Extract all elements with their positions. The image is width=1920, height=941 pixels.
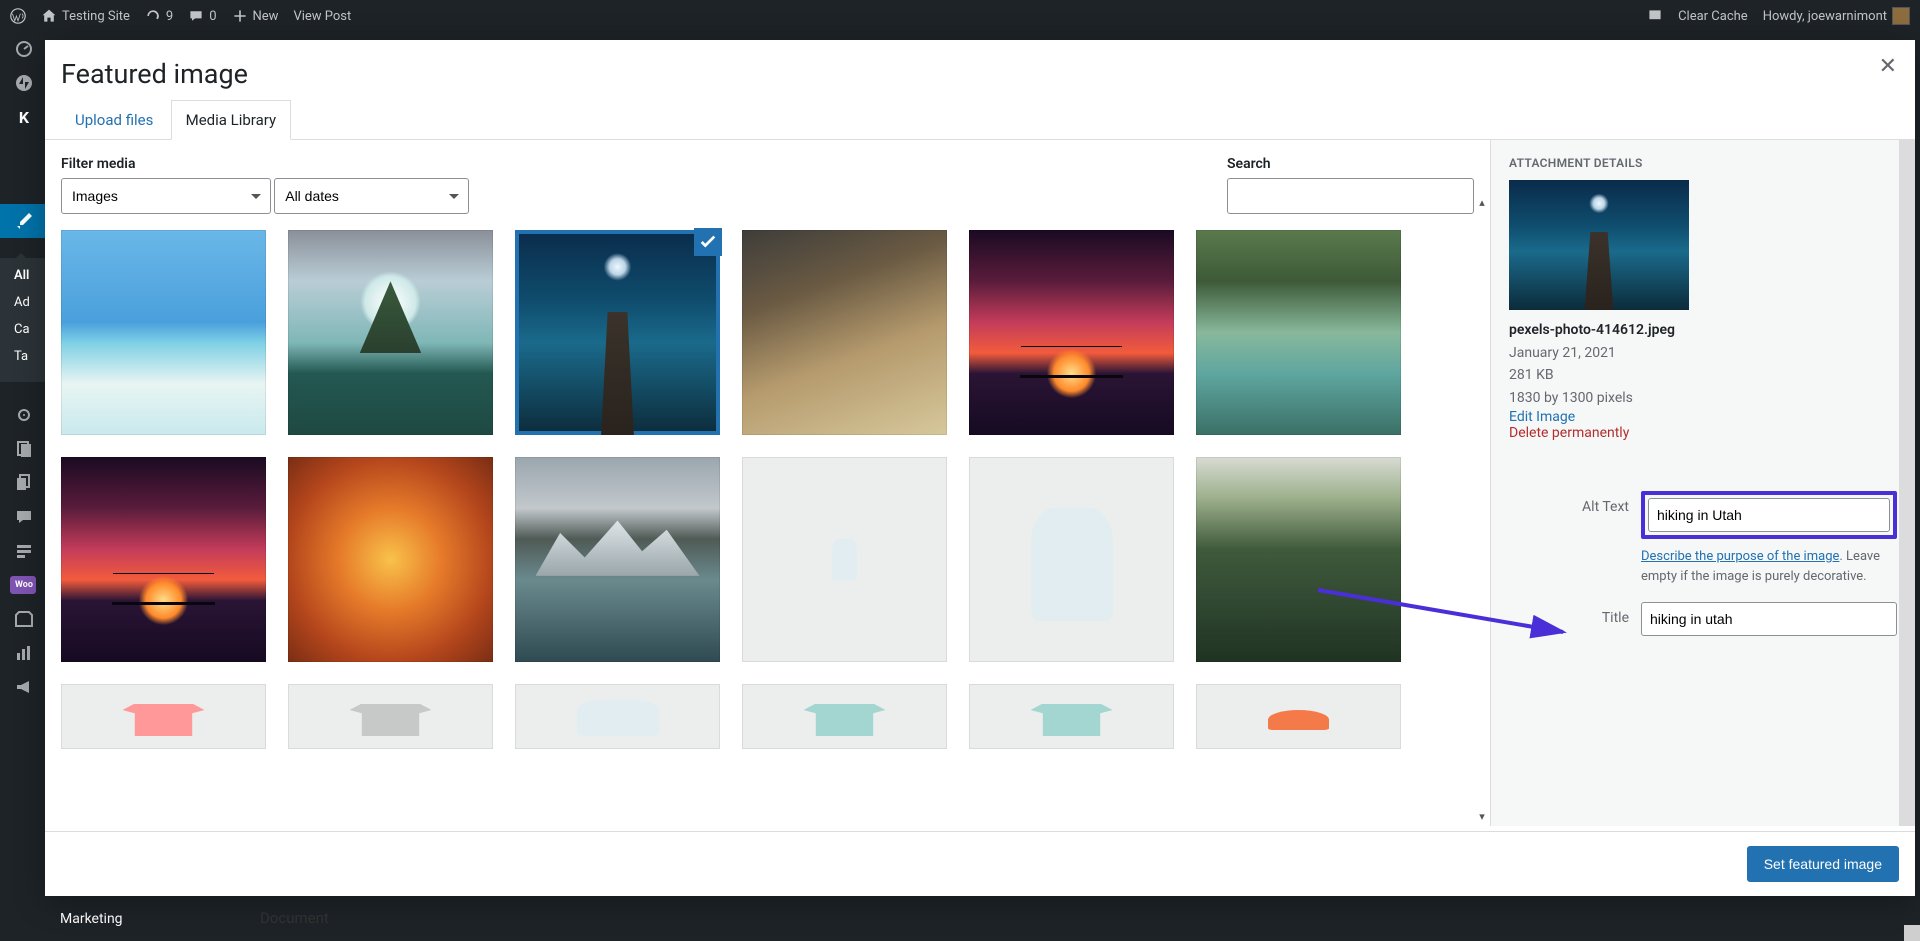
filter-media-label: Filter media	[61, 156, 469, 172]
posts-icon[interactable]	[0, 204, 45, 238]
set-featured-image-button[interactable]: Set featured image	[1747, 846, 1899, 882]
search-label: Search	[1227, 156, 1474, 172]
alt-text-label: Alt Text	[1509, 491, 1629, 515]
check-icon	[694, 228, 722, 256]
title-label: Title	[1509, 602, 1629, 626]
media-thumb[interactable]	[969, 230, 1174, 435]
new-content[interactable]: New	[232, 8, 279, 24]
details-scrollbar[interactable]	[1899, 140, 1915, 826]
background-editor: Document	[260, 909, 329, 927]
attachment-preview	[1509, 180, 1689, 310]
media-thumb[interactable]	[1196, 457, 1401, 662]
marketing-icon[interactable]	[0, 670, 45, 704]
grid-scrollbar[interactable]: ▴▾	[1474, 196, 1490, 826]
site-home[interactable]: Testing Site	[41, 8, 130, 24]
comments[interactable]: 0	[188, 8, 216, 24]
describe-image-link[interactable]: Describe the purpose of the image	[1641, 549, 1839, 564]
media-icon-2[interactable]	[0, 398, 45, 432]
media-grid-area: Filter media Images All dates Search	[45, 140, 1490, 826]
analytics-icon[interactable]	[0, 636, 45, 670]
attachment-dimensions: 1830 by 1300 pixels	[1509, 387, 1897, 409]
howdy-user[interactable]: Howdy, joewarnimont	[1763, 7, 1910, 25]
media-thumb[interactable]	[1196, 230, 1401, 435]
alt-text-input[interactable]	[1648, 498, 1890, 532]
sidebar-marketing-label: Marketing	[60, 896, 123, 941]
form-icon[interactable]	[0, 534, 45, 568]
site-name: Testing Site	[62, 9, 130, 24]
corner-scroll[interactable]	[1904, 925, 1920, 941]
alt-text-hint: Describe the purpose of the image. Leave…	[1641, 547, 1897, 586]
attachment-date: January 21, 2021	[1509, 342, 1897, 364]
media-thumb[interactable]	[61, 230, 266, 435]
media-thumb[interactable]	[288, 457, 493, 662]
filter-type-select[interactable]: Images	[61, 178, 271, 214]
media-grid	[61, 230, 1474, 749]
products-icon[interactable]	[0, 602, 45, 636]
media-thumb[interactable]	[515, 684, 720, 749]
wp-logo[interactable]	[10, 8, 26, 24]
featured-image-modal: Featured image ✕ Upload files Media Libr…	[45, 40, 1915, 896]
tab-upload[interactable]: Upload files	[61, 101, 167, 139]
dashboard-icon[interactable]	[0, 32, 45, 66]
avatar	[1892, 7, 1910, 25]
updates[interactable]: 9	[145, 8, 173, 24]
media-thumb[interactable]	[742, 457, 947, 662]
edit-image-link[interactable]: Edit Image	[1509, 409, 1897, 425]
view-post[interactable]: View Post	[293, 9, 351, 24]
search-input[interactable]	[1227, 178, 1474, 214]
media-thumb[interactable]	[742, 684, 947, 749]
media-thumb[interactable]	[1196, 684, 1401, 749]
filter-date-select[interactable]: All dates	[274, 178, 469, 214]
attachment-details-panel: ATTACHMENT DETAILS pexels-photo-414612.j…	[1490, 140, 1915, 826]
clear-cache[interactable]: Clear Cache	[1678, 9, 1748, 24]
tab-media-library[interactable]: Media Library	[171, 100, 291, 140]
media-thumb[interactable]	[742, 230, 947, 435]
attachment-details-heading: ATTACHMENT DETAILS	[1509, 156, 1897, 170]
media-thumb[interactable]	[61, 457, 266, 662]
close-icon[interactable]: ✕	[1879, 54, 1897, 79]
media-thumb[interactable]	[61, 684, 266, 749]
media-thumb[interactable]	[288, 230, 493, 435]
attachment-size: 281 KB	[1509, 364, 1897, 386]
woo-icon[interactable]: Woo	[10, 576, 36, 594]
modal-title: Featured image	[45, 40, 1915, 90]
pages-icon[interactable]	[0, 432, 45, 466]
modal-footer: Set featured image	[45, 831, 1915, 896]
media-thumb[interactable]	[515, 457, 720, 662]
delete-permanently-link[interactable]: Delete permanently	[1509, 425, 1897, 441]
comments-icon[interactable]	[0, 500, 45, 534]
media-thumb[interactable]	[969, 684, 1174, 749]
wp-admin-sidebar: K Woo	[0, 32, 45, 941]
media-thumb-selected[interactable]	[515, 230, 720, 435]
title-input[interactable]	[1641, 602, 1897, 636]
media-thumb[interactable]	[969, 457, 1174, 662]
admin-bar: Testing Site 9 0 New View Post Clear Cac…	[0, 0, 1920, 32]
kinsta-icon[interactable]: K	[0, 100, 45, 134]
media-thumb[interactable]	[288, 684, 493, 749]
copies-icon[interactable]	[0, 466, 45, 500]
jetpack-icon[interactable]	[0, 66, 45, 100]
alt-text-highlight	[1641, 491, 1897, 539]
notes-icon[interactable]	[1647, 8, 1663, 24]
attachment-filename: pexels-photo-414612.jpeg	[1509, 322, 1897, 338]
media-tabs: Upload files Media Library	[45, 100, 1915, 140]
